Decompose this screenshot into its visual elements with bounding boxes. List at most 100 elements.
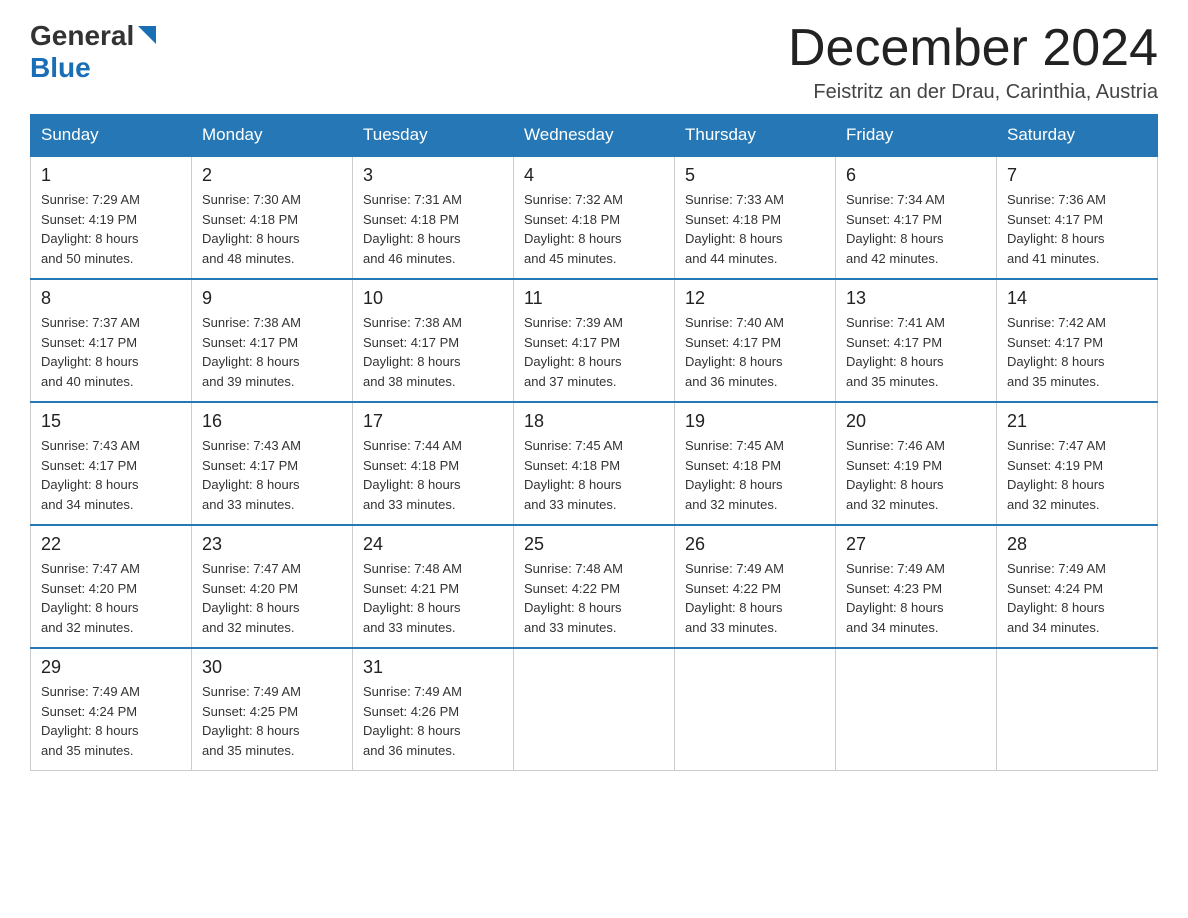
sunset-text: Sunset: 4:17 PM [846,212,942,227]
daylight-minutes-text: and 46 minutes. [363,251,456,266]
daylight-text: Daylight: 8 hours [363,231,461,246]
calendar-day-2: 2 Sunrise: 7:30 AM Sunset: 4:18 PM Dayli… [192,156,353,279]
daylight-text: Daylight: 8 hours [41,600,139,615]
calendar-day-5: 5 Sunrise: 7:33 AM Sunset: 4:18 PM Dayli… [675,156,836,279]
daylight-text: Daylight: 8 hours [202,723,300,738]
sunset-text: Sunset: 4:26 PM [363,704,459,719]
daylight-minutes-text: and 35 minutes. [1007,374,1100,389]
daylight-text: Daylight: 8 hours [1007,231,1105,246]
day-info: Sunrise: 7:38 AM Sunset: 4:17 PM Dayligh… [363,313,503,391]
daylight-minutes-text: and 33 minutes. [363,497,456,512]
sunset-text: Sunset: 4:18 PM [363,458,459,473]
calendar-day-14: 14 Sunrise: 7:42 AM Sunset: 4:17 PM Dayl… [997,279,1158,402]
day-info: Sunrise: 7:43 AM Sunset: 4:17 PM Dayligh… [202,436,342,514]
daylight-minutes-text: and 34 minutes. [1007,620,1100,635]
sunset-text: Sunset: 4:18 PM [524,212,620,227]
sunset-text: Sunset: 4:17 PM [524,335,620,350]
sunset-text: Sunset: 4:18 PM [363,212,459,227]
day-number: 17 [363,411,503,432]
sunset-text: Sunset: 4:17 PM [41,458,137,473]
calendar-day-12: 12 Sunrise: 7:40 AM Sunset: 4:17 PM Dayl… [675,279,836,402]
daylight-text: Daylight: 8 hours [846,231,944,246]
sunrise-text: Sunrise: 7:38 AM [363,315,462,330]
sunset-text: Sunset: 4:18 PM [685,212,781,227]
day-number: 7 [1007,165,1147,186]
day-info: Sunrise: 7:37 AM Sunset: 4:17 PM Dayligh… [41,313,181,391]
sunrise-text: Sunrise: 7:41 AM [846,315,945,330]
day-info: Sunrise: 7:40 AM Sunset: 4:17 PM Dayligh… [685,313,825,391]
sunrise-text: Sunrise: 7:49 AM [41,684,140,699]
calendar-week-1: 1 Sunrise: 7:29 AM Sunset: 4:19 PM Dayli… [31,156,1158,279]
daylight-minutes-text: and 35 minutes. [41,743,134,758]
sunrise-text: Sunrise: 7:49 AM [1007,561,1106,576]
day-number: 15 [41,411,181,432]
day-info: Sunrise: 7:30 AM Sunset: 4:18 PM Dayligh… [202,190,342,268]
sunset-text: Sunset: 4:17 PM [685,335,781,350]
daylight-text: Daylight: 8 hours [41,723,139,738]
daylight-minutes-text: and 35 minutes. [202,743,295,758]
day-info: Sunrise: 7:49 AM Sunset: 4:24 PM Dayligh… [41,682,181,760]
daylight-text: Daylight: 8 hours [685,231,783,246]
calendar-day-15: 15 Sunrise: 7:43 AM Sunset: 4:17 PM Dayl… [31,402,192,525]
sunset-text: Sunset: 4:25 PM [202,704,298,719]
calendar-week-3: 15 Sunrise: 7:43 AM Sunset: 4:17 PM Dayl… [31,402,1158,525]
calendar-day-27: 27 Sunrise: 7:49 AM Sunset: 4:23 PM Dayl… [836,525,997,648]
day-number: 6 [846,165,986,186]
daylight-minutes-text: and 33 minutes. [524,497,617,512]
sunrise-text: Sunrise: 7:36 AM [1007,192,1106,207]
sunrise-text: Sunrise: 7:48 AM [524,561,623,576]
logo-arrow-icon [138,26,156,49]
calendar-day-30: 30 Sunrise: 7:49 AM Sunset: 4:25 PM Dayl… [192,648,353,771]
calendar-day-29: 29 Sunrise: 7:49 AM Sunset: 4:24 PM Dayl… [31,648,192,771]
sunrise-text: Sunrise: 7:49 AM [685,561,784,576]
day-number: 30 [202,657,342,678]
calendar-day-10: 10 Sunrise: 7:38 AM Sunset: 4:17 PM Dayl… [353,279,514,402]
day-info: Sunrise: 7:34 AM Sunset: 4:17 PM Dayligh… [846,190,986,268]
calendar-empty-cell [514,648,675,771]
day-number: 11 [524,288,664,309]
day-number: 16 [202,411,342,432]
daylight-text: Daylight: 8 hours [846,477,944,492]
sunrise-text: Sunrise: 7:45 AM [524,438,623,453]
day-info: Sunrise: 7:49 AM Sunset: 4:23 PM Dayligh… [846,559,986,637]
calendar-header-row: SundayMondayTuesdayWednesdayThursdayFrid… [31,115,1158,157]
sunset-text: Sunset: 4:22 PM [685,581,781,596]
daylight-minutes-text: and 34 minutes. [41,497,134,512]
daylight-text: Daylight: 8 hours [202,231,300,246]
calendar-day-17: 17 Sunrise: 7:44 AM Sunset: 4:18 PM Dayl… [353,402,514,525]
header-monday: Monday [192,115,353,157]
calendar-day-19: 19 Sunrise: 7:45 AM Sunset: 4:18 PM Dayl… [675,402,836,525]
daylight-minutes-text: and 32 minutes. [846,497,939,512]
sunrise-text: Sunrise: 7:32 AM [524,192,623,207]
day-info: Sunrise: 7:32 AM Sunset: 4:18 PM Dayligh… [524,190,664,268]
sunrise-text: Sunrise: 7:47 AM [202,561,301,576]
daylight-minutes-text: and 50 minutes. [41,251,134,266]
sunset-text: Sunset: 4:21 PM [363,581,459,596]
daylight-minutes-text: and 35 minutes. [846,374,939,389]
sunrise-text: Sunrise: 7:38 AM [202,315,301,330]
calendar-day-13: 13 Sunrise: 7:41 AM Sunset: 4:17 PM Dayl… [836,279,997,402]
day-number: 14 [1007,288,1147,309]
daylight-text: Daylight: 8 hours [363,723,461,738]
daylight-text: Daylight: 8 hours [1007,477,1105,492]
calendar-day-23: 23 Sunrise: 7:47 AM Sunset: 4:20 PM Dayl… [192,525,353,648]
calendar-day-16: 16 Sunrise: 7:43 AM Sunset: 4:17 PM Dayl… [192,402,353,525]
calendar-day-7: 7 Sunrise: 7:36 AM Sunset: 4:17 PM Dayli… [997,156,1158,279]
calendar-day-4: 4 Sunrise: 7:32 AM Sunset: 4:18 PM Dayli… [514,156,675,279]
page-header: General Blue December 2024 Feistritz an … [30,20,1158,104]
day-info: Sunrise: 7:49 AM Sunset: 4:22 PM Dayligh… [685,559,825,637]
sunrise-text: Sunrise: 7:43 AM [41,438,140,453]
daylight-text: Daylight: 8 hours [41,477,139,492]
sunset-text: Sunset: 4:17 PM [363,335,459,350]
calendar-day-31: 31 Sunrise: 7:49 AM Sunset: 4:26 PM Dayl… [353,648,514,771]
header-saturday: Saturday [997,115,1158,157]
day-info: Sunrise: 7:39 AM Sunset: 4:17 PM Dayligh… [524,313,664,391]
daylight-minutes-text: and 41 minutes. [1007,251,1100,266]
daylight-text: Daylight: 8 hours [524,600,622,615]
day-number: 13 [846,288,986,309]
sunset-text: Sunset: 4:20 PM [202,581,298,596]
daylight-minutes-text: and 36 minutes. [685,374,778,389]
header-wednesday: Wednesday [514,115,675,157]
calendar-week-5: 29 Sunrise: 7:49 AM Sunset: 4:24 PM Dayl… [31,648,1158,771]
day-number: 5 [685,165,825,186]
